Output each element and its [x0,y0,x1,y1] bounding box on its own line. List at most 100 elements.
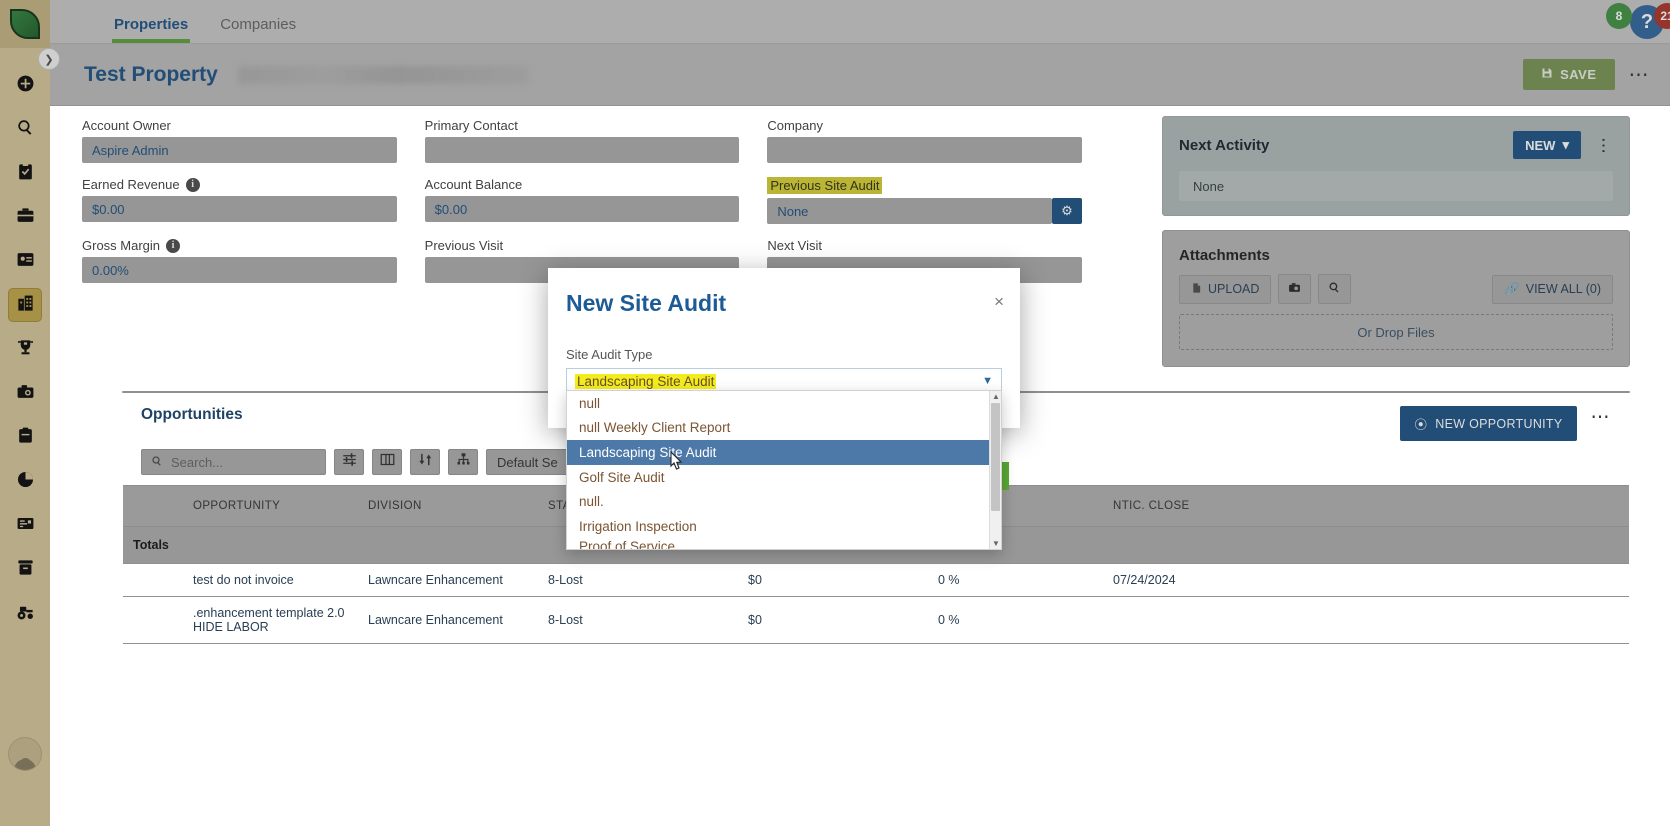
info-icon[interactable]: i [185,177,200,192]
sidebar-item-opportunities[interactable] [8,332,42,366]
plus-circle-icon: ⦿ [1414,418,1428,432]
row-spacer [123,563,183,597]
opportunities-more-icon[interactable]: ⋯ [1591,406,1612,429]
field-value[interactable] [424,137,740,163]
field-value-group: None ⚙ [767,198,1082,224]
help-button[interactable]: ? 8 21 [1606,3,1670,39]
field-value[interactable]: Aspire Admin [82,137,397,163]
save-button[interactable]: SAVE [1523,59,1615,90]
dropdown-option[interactable]: Irrigation Inspection [567,514,1001,539]
col-blank[interactable] [123,485,183,527]
dropdown-option-selected[interactable]: Landscaping Site Audit [567,440,1001,465]
upload-button[interactable]: UPLOAD [1179,274,1272,304]
chevron-right-icon: ❯ [44,53,54,66]
dropdown-option[interactable]: Proof of Service [567,539,1001,549]
user-avatar[interactable] [8,737,42,771]
group-button[interactable] [448,449,478,475]
right-panels: Next Activity NEW ▾ ⋯ None Attachments U… [1162,116,1630,367]
sidebar-item-equipment[interactable] [8,596,42,630]
save-button-label: SAVE [1560,67,1597,82]
field-label: Previous Visit [424,238,504,253]
sidebar-item-schedule[interactable] [8,200,42,234]
mouse-cursor [666,450,688,481]
dropdown-scroll-thumb[interactable] [991,403,1000,511]
site-audit-type-dropdown[interactable]: null null Weekly Client Report Landscapi… [566,390,1002,550]
archive-icon [16,558,35,580]
gear-icon: ⚙ [1061,203,1073,218]
attachment-dropzone[interactable]: Or Drop Files [1179,314,1613,350]
modal-close-button[interactable]: × [994,292,1004,312]
notification-badge-green[interactable]: 8 [1606,3,1632,29]
next-activity-new-button[interactable]: NEW ▾ [1513,131,1581,159]
table-row[interactable]: test do not invoice Lawncare Enhancement… [123,563,1629,597]
briefcase-icon [16,206,35,228]
col-opportunity[interactable]: OPPORTUNITY [183,485,358,527]
field-label: Gross Margin [82,238,161,253]
sidebar-item-contacts[interactable] [8,244,42,278]
col-antic-close[interactable]: NTIC. CLOSE [1103,485,1629,527]
attachment-camera-button[interactable] [1278,274,1312,304]
tab-companies[interactable]: Companies [204,16,312,43]
dropdown-option[interactable]: null. [567,489,1001,514]
sidebar-item-search[interactable] [8,112,42,146]
sidebar-item-add[interactable] [8,68,42,102]
columns-button[interactable] [372,449,402,475]
attachment-search-button[interactable] [1318,274,1352,304]
field-value[interactable]: None [767,198,1052,224]
field-value[interactable]: 0.00% [82,257,397,283]
cell-close-date: 07/24/2024 [1103,563,1629,597]
col-division[interactable]: DIVISION [358,485,538,527]
next-activity-more-icon[interactable]: ⋯ [1593,137,1613,153]
notification-badge-red[interactable]: 21 [1654,3,1670,29]
caret-down-icon[interactable]: ▼ [992,539,1000,548]
sidebar-item-reports[interactable] [8,464,42,498]
cell-opportunity[interactable]: .enhancement template 2.0 HIDE LABOR [183,596,358,644]
previous-site-audit-action-button[interactable]: ⚙ [1051,198,1082,224]
search-icon [16,118,35,140]
tab-properties-label: Properties [114,16,189,33]
sidebar-item-properties[interactable] [8,288,42,322]
next-activity-panel: Next Activity NEW ▾ ⋯ None [1162,116,1630,216]
field-value[interactable]: $0.00 [82,196,397,222]
caret-up-icon[interactable]: ▲ [992,392,1000,401]
topbar-actions: ? 8 21 [1606,0,1670,44]
cell-opportunity[interactable]: test do not invoice [183,563,358,597]
info-icon[interactable]: i [166,238,181,253]
opportunities-title: Opportunities [141,406,243,423]
dropdown-option[interactable]: null [567,391,1001,416]
sidebar-item-invoices[interactable] [8,508,42,542]
sidebar-item-purchasing[interactable] [8,552,42,586]
field-label-row: Earned Revenue i [82,177,397,192]
filter-sliders-button[interactable] [334,449,364,475]
field-label: Next Visit [767,238,822,253]
tab-companies-label: Companies [220,16,297,33]
top-tab-bar: Properties Companies ? 8 21 [50,0,1670,44]
group-icon [456,452,471,472]
cell-percent: 0 % [928,596,1103,644]
sidebar-item-photos[interactable] [8,376,42,410]
dropdown-option[interactable]: Golf Site Audit [567,465,1001,490]
search-input[interactable]: Search... [141,449,326,475]
avatar-body [14,759,36,770]
tab-properties[interactable]: Properties [98,16,204,43]
chevron-down-icon: ▼ [982,375,993,387]
search-icon [151,455,163,470]
header-actions: SAVE ⋯ [1523,59,1650,90]
sort-button[interactable] [410,449,440,475]
field-previous-site-audit: Previous Site Audit None ⚙ [767,177,1082,224]
dropdown-option[interactable]: null Weekly Client Report [567,416,1001,441]
header-more-icon[interactable]: ⋯ [1629,62,1651,87]
table-row[interactable]: .enhancement template 2.0 HIDE LABOR Law… [123,596,1629,644]
sidebar-item-tasks[interactable] [8,156,42,190]
view-all-attachments-button[interactable]: 🔗 VIEW ALL (0) [1492,274,1613,304]
new-opportunity-button[interactable]: ⦿ NEW OPPORTUNITY [1400,406,1577,441]
cell-percent: 0 % [928,563,1103,597]
field-value[interactable] [767,137,1082,163]
trophy-icon [16,338,35,360]
sidebar-item-work-tickets[interactable] [8,420,42,454]
attachments-panel: Attachments UPLOAD 🔗 VIEW ALL (0) Or Dro… [1162,230,1630,367]
app-logo[interactable] [0,0,50,48]
sidebar-collapse-button[interactable]: ❯ [38,48,60,70]
field-value[interactable]: $0.00 [424,196,740,222]
dropdown-scrollbar[interactable]: ▲ ▼ [989,391,1001,549]
